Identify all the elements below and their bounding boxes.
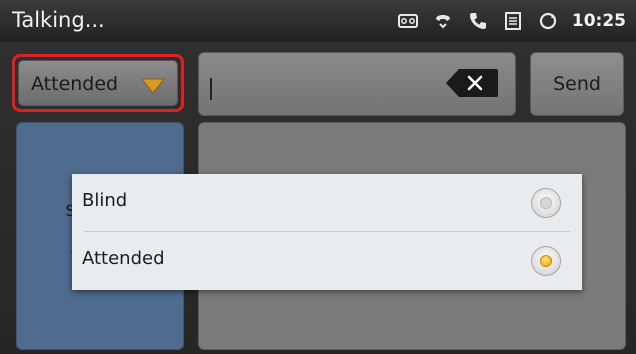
backspace-icon — [446, 69, 498, 97]
transfer-mode-menu: Blind Attended — [72, 174, 582, 290]
menu-option-label: Attended — [82, 248, 165, 269]
transfer-mode-dropdown-body[interactable]: Attended — [18, 60, 178, 106]
call-status-title: Talking... — [12, 8, 105, 32]
radio-indicator — [540, 255, 552, 267]
menu-option-attended[interactable]: Attended — [72, 232, 582, 290]
status-bar: Talking... 10:25 — [0, 0, 636, 42]
transfer-mode-dropdown[interactable]: Attended — [12, 54, 184, 112]
radio-checked-icon[interactable] — [531, 246, 561, 276]
text-cursor — [210, 78, 212, 100]
missed-call-icon — [432, 10, 454, 32]
phone-icon — [467, 10, 489, 32]
sync-icon — [537, 10, 559, 32]
voicemail-icon — [397, 10, 419, 32]
clear-input-button[interactable] — [445, 68, 499, 98]
dropdown-arrow-icon — [140, 78, 166, 98]
contacts-icon — [502, 10, 524, 32]
clock: 10:25 — [571, 11, 626, 31]
phone-screen: Talking... 10:25 Attended Send Blind Att… — [0, 0, 636, 354]
status-icons: 10:25 — [397, 0, 626, 42]
transfer-mode-value: Attended — [31, 73, 119, 95]
radio-indicator — [540, 197, 552, 209]
radio-unchecked-icon[interactable] — [531, 188, 561, 218]
send-button[interactable]: Send — [530, 52, 624, 116]
menu-option-blind[interactable]: Blind — [72, 174, 582, 232]
menu-option-label: Blind — [82, 190, 128, 211]
